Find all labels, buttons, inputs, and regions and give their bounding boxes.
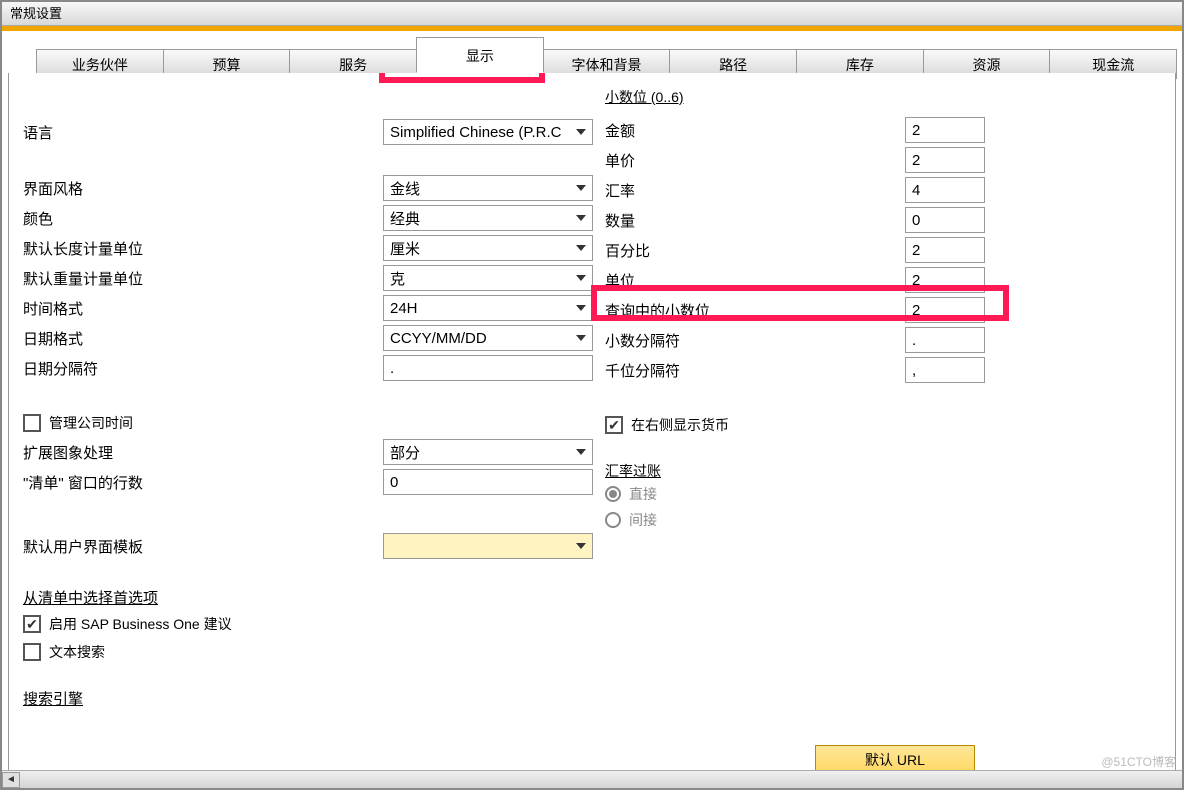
sap-suggest-label: 启用 SAP Business One 建议 bbox=[49, 614, 232, 634]
rate-label: 汇率 bbox=[605, 180, 905, 201]
tab-panel-display: 语言 Simplified Chinese (P.R.C 界面风格 金线 bbox=[8, 73, 1176, 788]
length-unit-select[interactable]: 厘米 bbox=[383, 235, 593, 261]
amount-input[interactable]: 2 bbox=[905, 117, 985, 143]
dec-sep-label: 小数分隔符 bbox=[605, 330, 905, 351]
language-select[interactable]: Simplified Chinese (P.R.C bbox=[383, 119, 593, 145]
skin-label: 界面风格 bbox=[23, 178, 383, 199]
skin-select[interactable]: 金线 bbox=[383, 175, 593, 201]
amount-label: 金额 bbox=[605, 120, 905, 141]
window-title-bar: 常规设置 bbox=[2, 2, 1182, 26]
dec-sep-input[interactable]: . bbox=[905, 327, 985, 353]
unit-input[interactable]: 2 bbox=[905, 267, 985, 293]
search-engine-label: 搜索引擎 bbox=[23, 688, 593, 709]
color-select[interactable]: 经典 bbox=[383, 205, 593, 231]
list-rows-input[interactable]: 0 bbox=[383, 469, 593, 495]
chevron-down-icon bbox=[576, 215, 586, 221]
pref-header: 从清单中选择首选项 bbox=[23, 587, 593, 608]
chevron-down-icon bbox=[576, 305, 586, 311]
price-label: 单价 bbox=[605, 150, 905, 171]
rate-input[interactable]: 4 bbox=[905, 177, 985, 203]
unit-label: 单位 bbox=[605, 270, 905, 291]
direct-label: 直接 bbox=[629, 484, 657, 504]
manage-time-checkbox[interactable] bbox=[23, 414, 41, 432]
chevron-down-icon bbox=[576, 449, 586, 455]
thou-sep-input[interactable]: , bbox=[905, 357, 985, 383]
show-currency-right-checkbox[interactable] bbox=[605, 416, 623, 434]
indirect-label: 间接 bbox=[629, 510, 657, 530]
percent-input[interactable]: 2 bbox=[905, 237, 985, 263]
language-label: 语言 bbox=[23, 122, 383, 143]
ui-template-label: 默认用户界面模板 bbox=[23, 536, 383, 557]
sap-suggest-checkbox[interactable] bbox=[23, 615, 41, 633]
indirect-radio[interactable] bbox=[605, 512, 621, 528]
watermark: @51CTO博客 bbox=[1101, 753, 1176, 770]
tab-strip: 业务伙伴 预算 服务 显示 字体和背景 路径 库存 资源 现金流 bbox=[8, 37, 1176, 73]
text-search-checkbox[interactable] bbox=[23, 643, 41, 661]
manage-time-label: 管理公司时间 bbox=[49, 413, 133, 433]
direct-radio[interactable] bbox=[605, 486, 621, 502]
text-search-label: 文本搜索 bbox=[49, 642, 105, 662]
tab-display[interactable]: 显示 bbox=[416, 37, 544, 73]
chevron-down-icon bbox=[576, 185, 586, 191]
chevron-down-icon bbox=[576, 129, 586, 135]
chevron-down-icon bbox=[576, 275, 586, 281]
image-proc-label: 扩展图象处理 bbox=[23, 442, 383, 463]
rate-posting-label: 汇率过账 bbox=[605, 461, 1161, 481]
chevron-down-icon bbox=[576, 245, 586, 251]
default-url-button[interactable]: 默认 URL bbox=[815, 745, 975, 773]
list-rows-label: "清单" 窗口的行数 bbox=[23, 472, 383, 493]
date-fmt-label: 日期格式 bbox=[23, 328, 383, 349]
price-input[interactable]: 2 bbox=[905, 147, 985, 173]
query-dec-input[interactable]: 2 bbox=[905, 297, 985, 323]
scroll-left-button[interactable]: ◄ bbox=[2, 772, 20, 788]
weight-unit-select[interactable]: 克 bbox=[383, 265, 593, 291]
qty-input[interactable]: 0 bbox=[905, 207, 985, 233]
time-fmt-select[interactable]: 24H bbox=[383, 295, 593, 321]
chevron-down-icon bbox=[576, 543, 586, 549]
qty-label: 数量 bbox=[605, 210, 905, 231]
window-title: 常规设置 bbox=[10, 6, 62, 21]
thou-sep-label: 千位分隔符 bbox=[605, 360, 905, 381]
color-label: 颜色 bbox=[23, 208, 383, 229]
image-proc-select[interactable]: 部分 bbox=[383, 439, 593, 465]
ui-template-select[interactable] bbox=[383, 533, 593, 559]
decimals-header: 小数位 (0..6) bbox=[605, 87, 1161, 115]
time-fmt-label: 时间格式 bbox=[23, 298, 383, 319]
query-dec-label: 查询中的小数位 bbox=[605, 300, 905, 321]
date-sep-label: 日期分隔符 bbox=[23, 358, 383, 379]
horizontal-scrollbar[interactable]: ◄ bbox=[2, 770, 1182, 788]
date-fmt-select[interactable]: CCYY/MM/DD bbox=[383, 325, 593, 351]
show-currency-right-label: 在右侧显示货币 bbox=[631, 415, 729, 435]
length-unit-label: 默认长度计量单位 bbox=[23, 238, 383, 259]
weight-unit-label: 默认重量计量单位 bbox=[23, 268, 383, 289]
chevron-down-icon bbox=[576, 335, 586, 341]
percent-label: 百分比 bbox=[605, 240, 905, 261]
date-sep-input[interactable]: . bbox=[383, 355, 593, 381]
highlight-tab-display bbox=[379, 73, 545, 83]
